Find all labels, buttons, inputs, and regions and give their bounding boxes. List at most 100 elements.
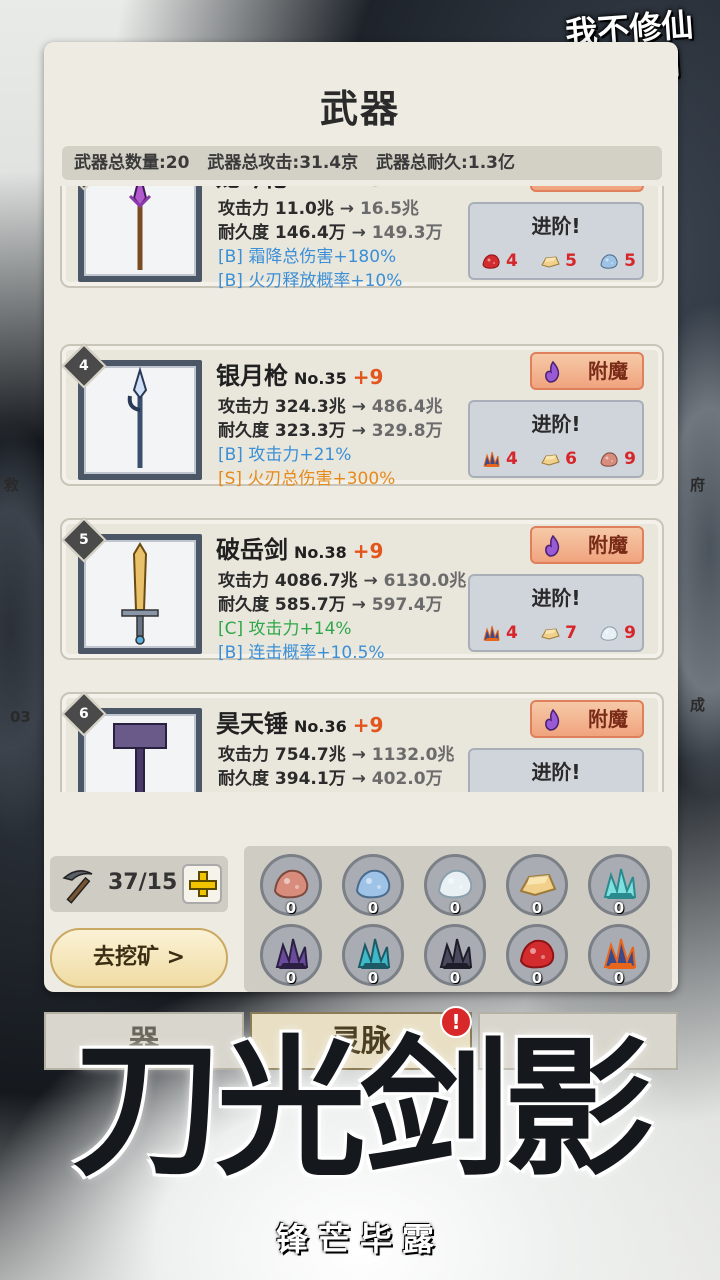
weapon-enhance-level: +9	[353, 186, 384, 191]
material-cost: 4	[478, 250, 518, 272]
weapon-enhance-level: +9	[352, 539, 384, 563]
durability-stat: 耐久度 146.4万 → 149.3万	[218, 223, 443, 243]
add-pickaxe-button[interactable]	[182, 864, 222, 904]
ore-slot[interactable]: 0	[506, 924, 568, 987]
ore-slot[interactable]: 0	[424, 854, 486, 917]
ore-count: 0	[613, 899, 625, 917]
enchant-button[interactable]: 附魔	[530, 352, 644, 390]
enchant-button[interactable]: 附魔	[530, 526, 644, 564]
material-cost: 4	[478, 622, 518, 644]
weapon-name: 银月枪 No.35 +9	[216, 362, 384, 390]
weapon-card[interactable]: 5 破岳剑 No.38 +9 攻击力 4086.7兆 → 6130.0兆 耐久度 5…	[60, 517, 664, 663]
weapon-list[interactable]: 3 龙吟枪No.31+9 攻击力 11.0兆 → 16.5兆 耐久度 146.4…	[60, 186, 664, 792]
weapon-effect: [S] 火刃总伤害+300%	[218, 469, 396, 489]
ore-slot[interactable]: 0	[588, 924, 650, 987]
advance-button[interactable]: 进阶! 455	[468, 202, 644, 280]
material-cost: 4	[478, 448, 518, 470]
ore-count: 0	[531, 899, 543, 917]
weapon-effect: [B] 连击概率+10.5%	[218, 643, 385, 663]
weapon-number: No.31	[294, 186, 347, 190]
slogan-subtitle: 锋芒毕露	[275, 1220, 444, 1258]
side-label-left-2: 03	[10, 708, 31, 726]
ore-count: 0	[449, 969, 461, 987]
weapon-card[interactable]: 6 昊天锤 No.36 +9 攻击力 754.7兆 → 1132.0兆 耐久度 39…	[60, 691, 664, 792]
attack-stat: 攻击力 754.7兆 → 1132.0兆	[218, 745, 455, 765]
weapon-name: 昊天锤 No.36 +9	[216, 710, 384, 738]
material-cost: 9	[596, 448, 636, 470]
durability-stat: 耐久度 585.7万 → 597.4万	[218, 595, 443, 615]
ore-count: 0	[367, 969, 379, 987]
weapon-image	[78, 534, 202, 654]
pickaxe-counter: 37/15	[50, 856, 228, 912]
side-label-right-2: 成	[690, 696, 706, 714]
ore-slot[interactable]: 0	[506, 854, 568, 917]
fire-crystal-icon	[478, 448, 504, 470]
weapon-number: No.35	[294, 369, 347, 388]
gold-ingot-icon	[537, 250, 563, 272]
gold-ingot-icon	[537, 622, 563, 644]
ore-slot[interactable]: 0	[342, 924, 404, 987]
go-mining-button[interactable]: 去挖矿 >	[50, 928, 228, 988]
ore-count: 0	[449, 899, 461, 917]
weapon-effect: [B] 霜降总伤害+180%	[218, 247, 397, 267]
weapon-name: 破岳剑 No.38 +9	[216, 536, 384, 564]
durability-stat: 耐久度 394.1万 → 402.0万	[218, 769, 443, 789]
blue-ore-icon	[596, 250, 622, 272]
weapon-number: No.36	[294, 717, 347, 736]
ore-inventory: 0 0 0 0 0 0 0 0 0 0	[244, 846, 672, 992]
weapon-enhance-level: +9	[352, 365, 384, 389]
weapon-number: No.38	[294, 543, 347, 562]
pickaxe-icon	[62, 870, 93, 904]
side-label-right: 府	[690, 476, 706, 494]
ore-slot[interactable]: 0	[424, 924, 486, 987]
side-label-left: 救	[4, 476, 20, 494]
ore-count: 0	[613, 969, 625, 987]
ore-count: 0	[285, 969, 297, 987]
flame-icon	[545, 534, 560, 557]
weapon-card[interactable]: 3 龙吟枪No.31+9 攻击力 11.0兆 → 16.5兆 耐久度 146.4…	[60, 186, 664, 291]
attack-stat: 攻击力 11.0兆 → 16.5兆	[218, 199, 419, 219]
copper-ore-icon	[596, 448, 622, 470]
weapon-count: 武器总数量:20	[74, 153, 190, 173]
ore-slot[interactable]: 0	[260, 854, 322, 917]
weapon-card[interactable]: 4 银月枪 No.35 +9 攻击力 324.3兆 → 486.4兆 耐久度 323…	[60, 343, 664, 489]
enchant-button[interactable]: 附魔	[530, 700, 644, 738]
ore-count: 0	[285, 899, 297, 917]
advance-button[interactable]: 进阶!	[468, 748, 644, 792]
advance-button[interactable]: 进阶! 479	[468, 574, 644, 652]
weapon-name: 龙吟枪No.31+9	[216, 186, 383, 193]
weapon-image	[78, 186, 202, 282]
ore-slot[interactable]: 0	[588, 854, 650, 917]
ore-slot[interactable]: 0	[342, 854, 404, 917]
weapon-effect: [B] 火刃释放概率+10%	[218, 271, 403, 291]
weapon-total-durability: 武器总耐久:1.3亿	[376, 153, 515, 173]
ore-count: 0	[531, 969, 543, 987]
enchant-button[interactable]: 附魔	[530, 186, 644, 192]
flame-icon	[545, 360, 560, 383]
weapon-enhance-level: +9	[352, 713, 384, 737]
weapon-effect: [B] 攻击力+21%	[218, 445, 352, 465]
material-cost: 7	[537, 622, 577, 644]
material-cost: 6	[537, 448, 577, 470]
slogan-title: 刀光剑影	[71, 1023, 654, 1197]
durability-stat: 耐久度 323.3万 → 329.8万	[218, 421, 443, 441]
fire-crystal-icon	[478, 622, 504, 644]
gold-ingot-icon	[537, 448, 563, 470]
silver-ore-icon	[596, 622, 622, 644]
advance-button[interactable]: 进阶! 469	[468, 400, 644, 478]
attack-stat: 攻击力 4086.7兆 → 6130.0兆	[218, 571, 467, 591]
material-cost: 9	[596, 622, 636, 644]
red-ore-icon	[478, 250, 504, 272]
ore-count: 0	[367, 899, 379, 917]
weapon-effect: [C] 攻击力+14%	[218, 619, 352, 639]
weapon-image	[78, 360, 202, 480]
weapon-stats-bar: 武器总数量:20 武器总攻击:31.4京 武器总耐久:1.3亿	[62, 146, 662, 180]
material-cost: 5	[596, 250, 636, 272]
flame-icon	[545, 708, 560, 731]
ore-slot[interactable]: 0	[260, 924, 322, 987]
pickaxe-count: 37/15	[108, 870, 178, 895]
page-title: 武器	[319, 87, 400, 131]
attack-stat: 攻击力 324.3兆 → 486.4兆	[218, 397, 443, 417]
material-cost: 5	[537, 250, 577, 272]
weapon-total-attack: 武器总攻击:31.4京	[207, 153, 359, 173]
